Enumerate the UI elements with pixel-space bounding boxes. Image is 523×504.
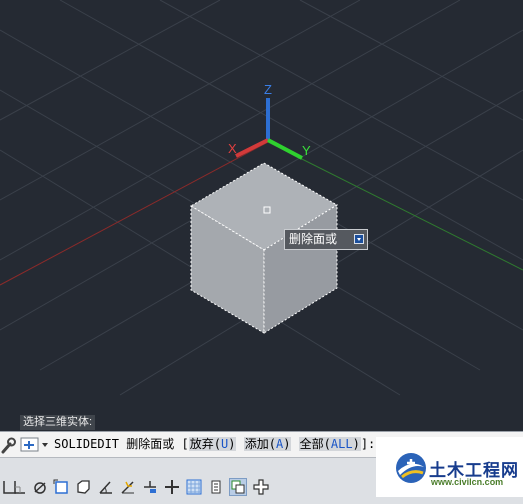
site-watermark: 土木工程网 www.civilcn.com bbox=[376, 437, 523, 497]
dynamic-input-icon[interactable] bbox=[141, 478, 159, 496]
object-snap-tracking-icon[interactable] bbox=[52, 478, 70, 496]
annotation-monitor-icon[interactable] bbox=[252, 478, 270, 496]
wrench-icon[interactable] bbox=[0, 435, 17, 455]
snap-mode-icon[interactable] bbox=[31, 478, 49, 496]
command-name: SOLIDEDIT bbox=[54, 437, 120, 451]
bracket-close: ]: bbox=[360, 437, 376, 451]
command-history-line: 选择三维实体: bbox=[20, 415, 96, 430]
drawing-viewport[interactable]: Z X Y 删除面或 bbox=[0, 0, 523, 430]
command-prompt: SOLIDEDIT 删除面或 [放弃(U) 添加(A) 全部(ALL)]: bbox=[54, 435, 375, 453]
watermark-url: www.civilcn.com bbox=[431, 477, 504, 487]
dynamic-ucs-icon[interactable] bbox=[119, 478, 137, 496]
bracket-open: [ bbox=[181, 437, 189, 451]
ucs-y-label: Y bbox=[302, 143, 311, 158]
lineweight-icon[interactable] bbox=[163, 478, 181, 496]
command-prompt-text: 删除面或 bbox=[126, 437, 175, 451]
quick-properties-icon[interactable] bbox=[207, 478, 225, 496]
grid-icon[interactable] bbox=[10, 478, 28, 496]
tooltip-options-arrow-icon[interactable] bbox=[354, 234, 364, 244]
civilcn-logo-icon bbox=[396, 453, 426, 483]
ucs-z-label: Z bbox=[264, 82, 272, 97]
transparency-icon[interactable] bbox=[185, 478, 203, 496]
dynamic-input-tooltip: 删除面或 bbox=[284, 229, 368, 250]
3d-object-snap-icon[interactable] bbox=[74, 478, 92, 496]
ucs-x-axis bbox=[235, 138, 269, 158]
object-snap-icon[interactable] bbox=[97, 478, 115, 496]
3d-scene: Z X Y bbox=[0, 0, 523, 396]
ucs-y-axis bbox=[267, 138, 303, 160]
option-all[interactable]: 全部(ALL) bbox=[298, 437, 361, 451]
option-undo[interactable]: 放弃(U) bbox=[188, 437, 237, 451]
ucs-icon: Z X Y bbox=[228, 82, 311, 160]
ucs-x-label: X bbox=[228, 141, 237, 156]
tooltip-text: 删除面或 bbox=[289, 232, 338, 246]
selection-cycling-icon[interactable] bbox=[229, 478, 247, 496]
option-add[interactable]: 添加(A) bbox=[243, 437, 292, 451]
recent-commands-dropdown[interactable] bbox=[20, 436, 50, 453]
